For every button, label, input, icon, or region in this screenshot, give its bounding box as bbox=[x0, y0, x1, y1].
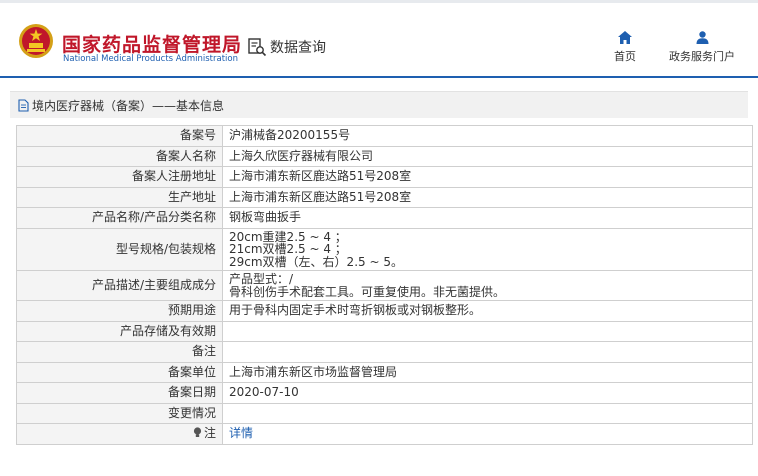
row-value: 上海市浦东新区市场监督管理局 bbox=[222, 361, 753, 383]
row-label: 备案号 bbox=[16, 125, 223, 147]
row-value: 钢板弯曲扳手 bbox=[222, 207, 753, 229]
brand-title: 国家药品监督管理局 bbox=[62, 34, 243, 56]
row-value: 用于骨科内固定手术时弯折钢板或对钢板整形。 bbox=[222, 300, 753, 322]
table-row: 产品名称/产品分类名称 钢板弯曲扳手 bbox=[16, 207, 753, 229]
home-icon bbox=[618, 31, 632, 44]
note-label-cell: 注 bbox=[16, 423, 223, 445]
record-table-wrapper: 备案号 沪浦械备20200155号 备案人名称 上海久欣医疗器械有限公司 备案人… bbox=[16, 125, 753, 445]
row-label: 备案人注册地址 bbox=[16, 166, 223, 188]
row-label: 注 bbox=[203, 426, 216, 441]
nav-portal-label: 政务服务门户 bbox=[669, 50, 735, 63]
table-row: 型号规格/包装规格 20cm重建2.5 ~ 4 ； 21cm双槽2.5 ~ 4 … bbox=[16, 227, 753, 271]
table-row: 备案人名称 上海久欣医疗器械有限公司 bbox=[16, 145, 753, 167]
search-document-icon bbox=[248, 38, 267, 57]
nav-home[interactable]: 首页 bbox=[610, 31, 640, 64]
row-label: 产品描述/主要组成成分 bbox=[16, 270, 223, 301]
table-row: 产品存储及有效期 bbox=[16, 320, 753, 342]
row-value: 上海市浦东新区鹿达路51号208室 bbox=[222, 186, 753, 208]
table-row: 预期用途 用于骨科内固定手术时弯折钢板或对钢板整形。 bbox=[16, 300, 753, 322]
document-icon bbox=[18, 98, 29, 112]
table-row: 产品描述/主要组成成分 产品型式：/ 骨科创伤手术配套工具。可重复使用。非无菌提… bbox=[16, 270, 753, 301]
nav-service-portal[interactable]: 政务服务门户 bbox=[663, 31, 741, 64]
record-table: 备案号 沪浦械备20200155号 备案人名称 上海久欣医疗器械有限公司 备案人… bbox=[16, 125, 753, 445]
row-value: 20cm重建2.5 ~ 4 ； 21cm双槽2.5 ~ 4 ； 29cm双槽（左… bbox=[222, 227, 753, 271]
row-value-cell: 详情 bbox=[222, 423, 753, 445]
row-value bbox=[222, 341, 753, 363]
brand-subtitle: National Medical Products Administration bbox=[63, 54, 238, 64]
row-label: 预期用途 bbox=[16, 300, 223, 322]
row-label: 变更情况 bbox=[16, 402, 223, 424]
row-label: 型号规格/包装规格 bbox=[16, 227, 223, 271]
row-label: 产品存储及有效期 bbox=[16, 320, 223, 342]
row-label: 备案单位 bbox=[16, 361, 223, 383]
table-row: 变更情况 bbox=[16, 402, 753, 424]
breadcrumb: 境内医疗器械（备案）——基本信息 bbox=[10, 91, 748, 118]
site-header: 国家药品监督管理局 National Medical Products Admi… bbox=[0, 3, 758, 78]
row-label: 生产地址 bbox=[16, 186, 223, 208]
data-query-label: 数据查询 bbox=[270, 40, 326, 56]
national-emblem-icon bbox=[19, 24, 53, 58]
row-label: 产品名称/产品分类名称 bbox=[16, 207, 223, 229]
details-link[interactable]: 详情 bbox=[229, 426, 253, 440]
table-row: 注 详情 bbox=[16, 423, 753, 445]
row-value bbox=[222, 402, 753, 424]
nav-home-label: 首页 bbox=[614, 50, 636, 63]
table-row: 备注 bbox=[16, 341, 753, 363]
breadcrumb-text: 境内医疗器械（备案）——基本信息 bbox=[32, 98, 225, 113]
row-value bbox=[222, 320, 753, 342]
user-icon bbox=[696, 31, 708, 44]
row-value: 沪浦械备20200155号 bbox=[222, 125, 753, 147]
row-value: 2020-07-10 bbox=[222, 382, 753, 404]
row-value: 上海市浦东新区鹿达路51号208室 bbox=[222, 166, 753, 188]
row-label: 备注 bbox=[16, 341, 223, 363]
row-value: 上海久欣医疗器械有限公司 bbox=[222, 145, 753, 167]
table-row: 备案日期 2020-07-10 bbox=[16, 382, 753, 404]
row-label: 备案日期 bbox=[16, 382, 223, 404]
row-label: 备案人名称 bbox=[16, 145, 223, 167]
row-value: 产品型式：/ 骨科创伤手术配套工具。可重复使用。非无菌提供。 bbox=[222, 270, 753, 301]
table-row: 备案单位 上海市浦东新区市场监督管理局 bbox=[16, 361, 753, 383]
table-row: 备案人注册地址 上海市浦东新区鹿达路51号208室 bbox=[16, 166, 753, 188]
table-row: 生产地址 上海市浦东新区鹿达路51号208室 bbox=[16, 186, 753, 208]
table-row: 备案号 沪浦械备20200155号 bbox=[16, 125, 753, 147]
lightbulb-icon bbox=[193, 427, 202, 438]
data-query-link[interactable]: 数据查询 bbox=[247, 37, 326, 57]
